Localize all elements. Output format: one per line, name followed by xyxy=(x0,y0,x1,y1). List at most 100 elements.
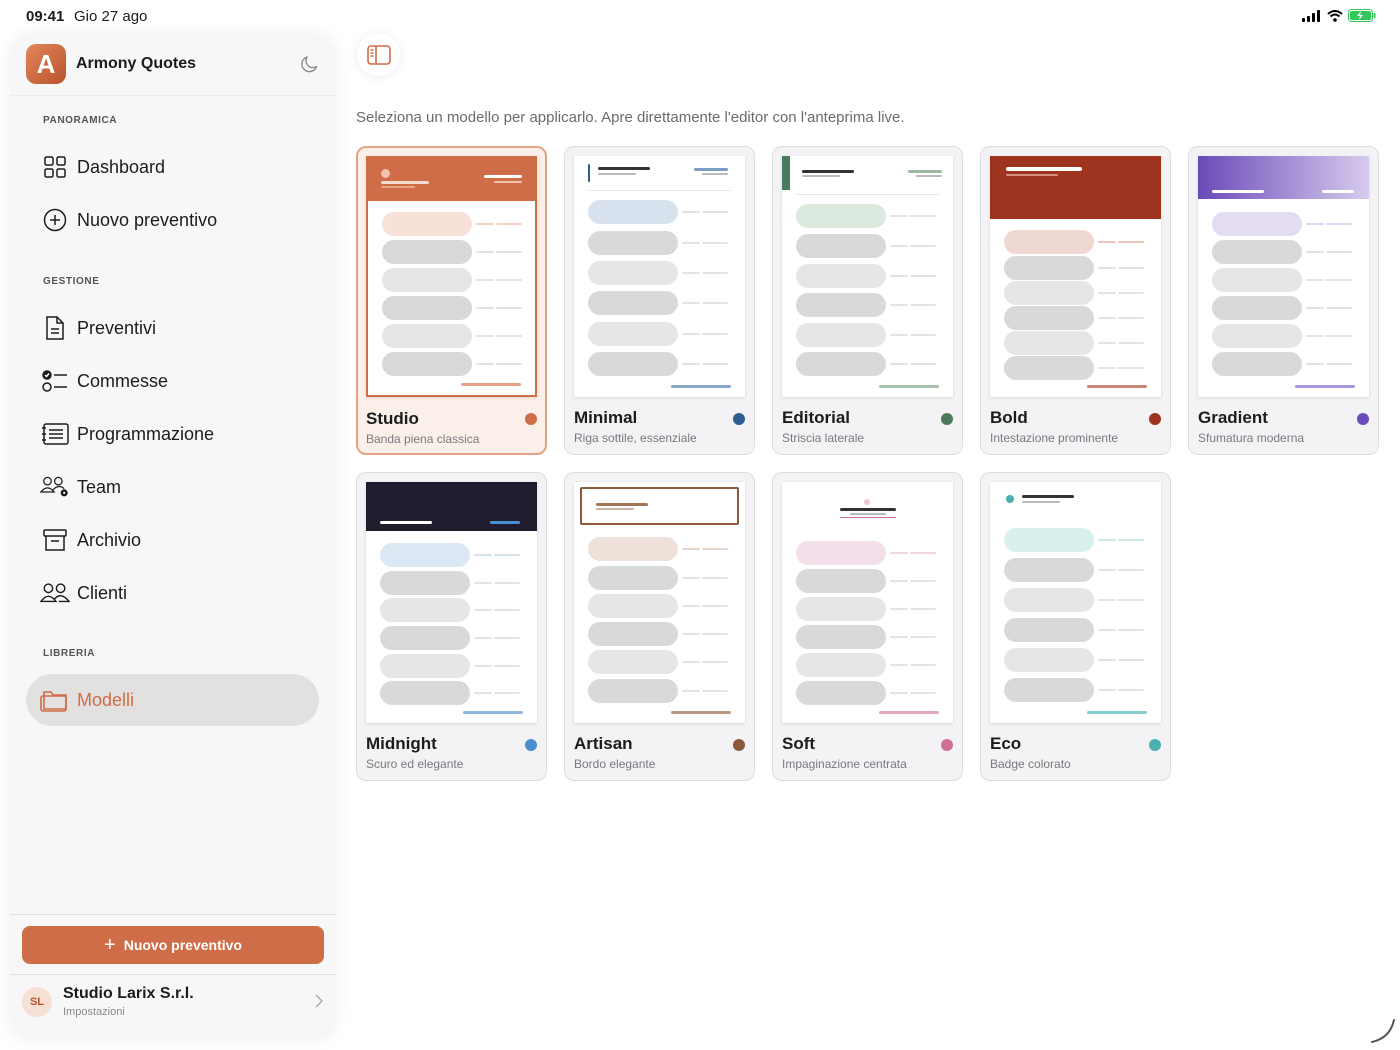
template-color-dot xyxy=(525,739,537,751)
template-name: Editorial xyxy=(782,408,851,427)
template-description: Banda piena classica xyxy=(366,432,480,446)
template-card-soft[interactable]: Soft Impaginazione centrata xyxy=(772,472,963,781)
plus-circle-icon xyxy=(40,205,70,235)
section-overview: PANORAMICA xyxy=(43,115,118,126)
template-name: Bold xyxy=(990,408,1028,427)
signal-icon xyxy=(1302,9,1320,22)
divider xyxy=(10,974,336,975)
template-preview xyxy=(366,482,537,723)
sidebar-toggle-button[interactable] xyxy=(357,33,400,76)
sidebar-item-new-quote[interactable]: Nuovo preventivo xyxy=(26,197,319,243)
template-preview xyxy=(574,482,745,723)
people-icon xyxy=(40,578,70,608)
app-logo: A xyxy=(26,44,66,84)
sidebar-item-label: Nuovo preventivo xyxy=(77,209,218,230)
template-description: Badge colorato xyxy=(990,757,1071,771)
dark-mode-moon-icon[interactable] xyxy=(300,54,320,74)
template-card-gradient[interactable]: Gradient Sfumatura moderna xyxy=(1188,146,1379,455)
status-bar: 09:41 Gio 27 ago xyxy=(0,0,1400,32)
section-library: LIBRERIA xyxy=(43,648,96,659)
divider xyxy=(10,914,336,915)
template-name: Midnight xyxy=(366,734,437,753)
template-color-dot xyxy=(733,413,745,425)
page-subtitle: Seleziona un modello per applicarlo. Apr… xyxy=(356,109,905,126)
schedule-icon xyxy=(40,419,70,449)
template-color-dot xyxy=(525,413,537,425)
sidebar-item-label: Modelli xyxy=(77,689,135,710)
chevron-right-icon[interactable] xyxy=(315,994,323,1008)
template-card-midnight[interactable]: Midnight Scuro ed elegante xyxy=(356,472,547,781)
template-color-dot xyxy=(941,413,953,425)
template-color-dot xyxy=(941,739,953,751)
archive-icon xyxy=(40,525,70,555)
sidebar: A Armony Quotes PANORAMICA Dashboard Nuo… xyxy=(10,34,336,1040)
template-name: Soft xyxy=(782,734,816,753)
template-card-editorial[interactable]: Editorial Striscia laterale xyxy=(772,146,963,455)
plus-icon: + xyxy=(104,934,116,956)
template-preview xyxy=(782,482,953,723)
sidebar-item-label: Archivio xyxy=(77,529,142,550)
template-name: Gradient xyxy=(1198,408,1268,427)
template-card-eco[interactable]: Eco Badge colorato xyxy=(980,472,1171,781)
sidebar-item-label: Clienti xyxy=(77,582,128,603)
template-description: Riga sottile, essenziale xyxy=(574,431,697,445)
template-description: Impaginazione centrata xyxy=(782,757,907,771)
template-card-minimal[interactable]: Minimal Riga sottile, essenziale xyxy=(564,146,755,455)
template-description: Intestazione prominente xyxy=(990,431,1119,445)
template-color-dot xyxy=(1357,413,1369,425)
section-management: GESTIONE xyxy=(43,276,100,287)
template-preview xyxy=(990,156,1161,397)
battery-charging-icon xyxy=(1348,9,1376,22)
sidebar-item-archive[interactable]: Archivio xyxy=(26,517,319,563)
template-description: Striscia laterale xyxy=(782,431,865,445)
checklist-icon xyxy=(40,366,70,396)
sidebar-item-jobs[interactable]: Commesse xyxy=(26,358,319,404)
sidebar-item-dashboard[interactable]: Dashboard xyxy=(26,144,319,190)
team-gear-icon xyxy=(40,472,70,502)
template-name: Artisan xyxy=(574,734,633,753)
sidebar-item-label: Preventivi xyxy=(77,317,157,338)
template-name: Studio xyxy=(366,409,419,428)
template-preview xyxy=(366,156,537,397)
template-card-studio[interactable]: Studio Banda piena classica xyxy=(356,146,547,455)
account-name[interactable]: Studio Larix S.r.l. xyxy=(63,985,194,1003)
sidebar-item-label: Dashboard xyxy=(77,156,166,177)
sidebar-item-templates[interactable]: Modelli xyxy=(26,674,319,726)
template-color-dot xyxy=(733,739,745,751)
new-quote-button-label: Nuovo preventivo xyxy=(123,937,242,953)
status-time: 09:41 xyxy=(26,8,65,25)
grid-icon xyxy=(40,152,70,182)
sidebar-item-label: Team xyxy=(77,476,122,497)
sidebar-item-quotes[interactable]: Preventivi xyxy=(26,305,319,351)
template-name: Minimal xyxy=(574,408,638,427)
template-description: Scuro ed elegante xyxy=(366,757,464,771)
template-description: Bordo elegante xyxy=(574,757,656,771)
avatar[interactable]: SL xyxy=(22,987,52,1017)
sidebar-header: A Armony Quotes xyxy=(10,34,336,96)
app-title: Armony Quotes xyxy=(76,55,197,72)
status-date: Gio 27 ago xyxy=(74,8,148,25)
template-name: Eco xyxy=(990,734,1022,753)
template-preview xyxy=(574,156,745,397)
sidebar-item-team[interactable]: Team xyxy=(26,464,319,510)
sidebar-icon xyxy=(366,44,391,65)
template-preview xyxy=(1198,156,1369,397)
resize-handle-icon xyxy=(1371,1019,1395,1043)
sidebar-item-scheduling[interactable]: Programmazione xyxy=(26,411,319,457)
new-quote-button[interactable]: + Nuovo preventivo xyxy=(22,926,324,964)
sidebar-item-label: Programmazione xyxy=(77,423,215,444)
sidebar-item-label: Commesse xyxy=(77,370,169,391)
account-settings-link[interactable]: Impostazioni xyxy=(63,1006,125,1018)
template-description: Sfumatura moderna xyxy=(1198,431,1305,445)
template-card-artisan[interactable]: Artisan Bordo elegante xyxy=(564,472,755,781)
template-card-bold[interactable]: Bold Intestazione prominente xyxy=(980,146,1171,455)
document-icon xyxy=(40,313,70,343)
template-preview xyxy=(782,156,953,397)
template-color-dot xyxy=(1149,739,1161,751)
sidebar-item-clients[interactable]: Clienti xyxy=(26,570,319,616)
template-color-dot xyxy=(1149,413,1161,425)
templates-icon xyxy=(40,685,70,715)
status-icons xyxy=(1302,9,1376,22)
template-preview xyxy=(990,482,1161,723)
wifi-icon xyxy=(1327,9,1343,22)
